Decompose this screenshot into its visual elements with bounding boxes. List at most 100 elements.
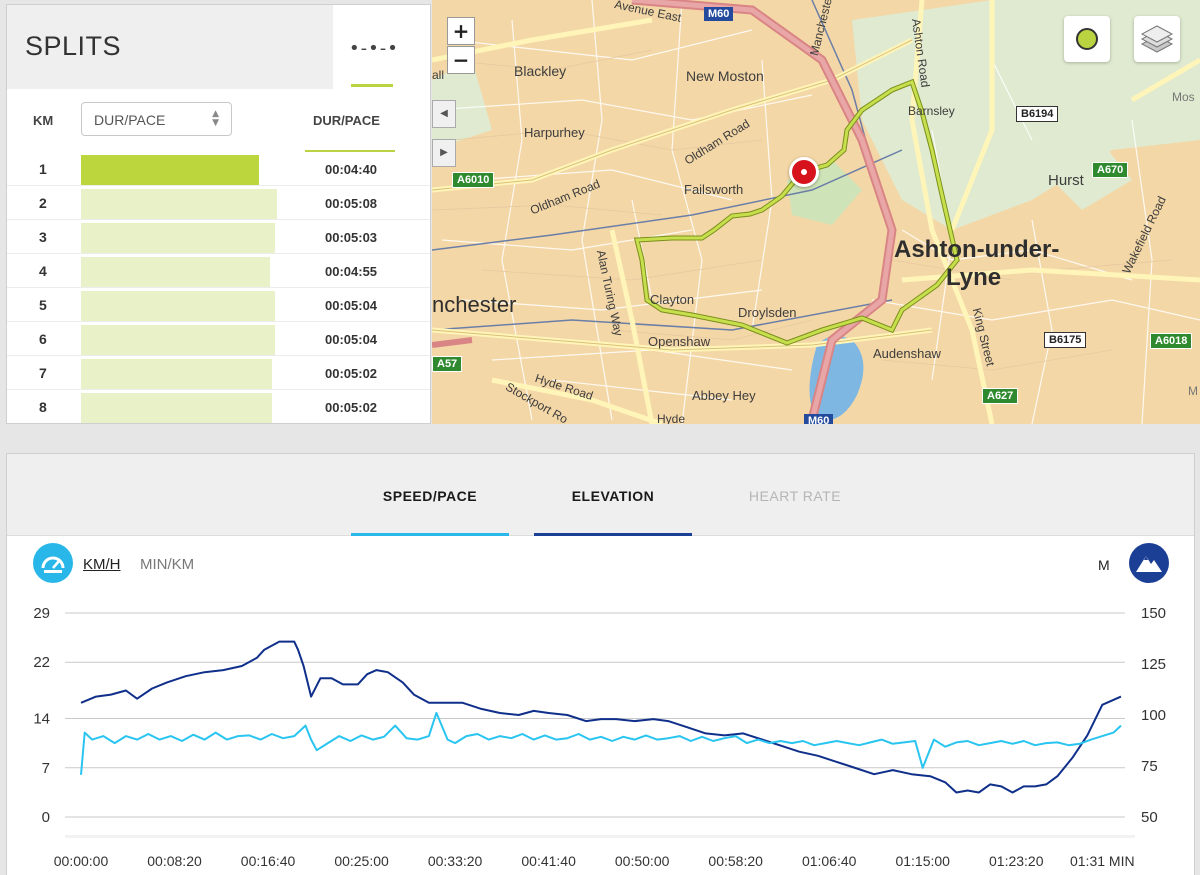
map-label-failsworth: Failsworth bbox=[684, 182, 744, 197]
split-row[interactable]: 7 00:05:02 bbox=[7, 356, 430, 390]
tab-underline bbox=[351, 84, 393, 87]
y-tick-right: 150 bbox=[1141, 605, 1166, 622]
split-row[interactable]: 3 00:05:03 bbox=[7, 220, 430, 254]
split-row[interactable]: 1 00:04:40 bbox=[7, 152, 430, 186]
split-km: 2 bbox=[39, 195, 47, 211]
split-pace-bar bbox=[81, 291, 275, 321]
route-map[interactable]: Blackley New Moston Harpurhey Failsworth… bbox=[432, 0, 1200, 424]
y-tick-right: 75 bbox=[1141, 758, 1158, 775]
x-tick: 00:33:20 bbox=[428, 853, 483, 869]
road-shield-a627: A627 bbox=[982, 388, 1019, 404]
split-time: 00:05:03 bbox=[325, 230, 378, 245]
map-label-new-moston: New Moston bbox=[686, 68, 764, 84]
speed-line bbox=[80, 711, 1122, 775]
map-label-manchester: nchester bbox=[432, 292, 517, 317]
split-row[interactable]: 2 00:05:08 bbox=[7, 186, 430, 220]
speed-elevation-chart[interactable]: 29 22 14 7 0 150 125 100 75 50 00:00:00 00:08:20 00:… bbox=[7, 454, 1195, 875]
map-label-abbey-hey: Abbey Hey bbox=[692, 388, 756, 403]
map-label-hyde: Hyde bbox=[657, 412, 686, 424]
start-marker-dot-icon bbox=[792, 160, 816, 184]
road-shield-m60-top: M60 bbox=[704, 7, 734, 21]
split-markers-icon: •-•-• bbox=[349, 38, 399, 59]
splits-view-tab[interactable]: •-•-• bbox=[333, 5, 430, 89]
split-row[interactable]: 6 00:05:04 bbox=[7, 322, 430, 356]
y-tick-right: 50 bbox=[1141, 809, 1158, 826]
column-header-km: KM bbox=[33, 113, 54, 128]
split-pace-bar bbox=[81, 223, 275, 253]
split-time: 00:04:40 bbox=[325, 162, 378, 177]
split-km: 6 bbox=[39, 331, 47, 347]
splits-header: SPLITS •-•-• bbox=[7, 5, 430, 89]
x-tick: 01:31 MIN bbox=[1070, 853, 1135, 869]
road-shield-m60-bottom: M60 bbox=[804, 414, 834, 424]
layers-icon bbox=[1140, 25, 1174, 53]
road-shield-a670: A670 bbox=[1092, 162, 1129, 178]
splits-title: SPLITS bbox=[25, 31, 122, 61]
zoom-out-button[interactable]: − bbox=[447, 46, 475, 74]
map-label-audenshaw: Audenshaw bbox=[873, 346, 941, 361]
x-tick: 01:23:20 bbox=[989, 853, 1044, 869]
metric-select-value: DUR/PACE bbox=[94, 112, 166, 128]
x-tick: 00:25:00 bbox=[334, 853, 389, 869]
x-tick: 01:06:40 bbox=[802, 853, 857, 869]
x-tick: 00:16:40 bbox=[241, 853, 296, 869]
y-tick-left: 0 bbox=[42, 809, 50, 826]
start-marker[interactable] bbox=[789, 157, 819, 187]
split-pace-bar bbox=[81, 325, 275, 355]
x-tick: 00:08:20 bbox=[147, 853, 202, 869]
metric-select[interactable]: DUR/PACE ▲ ▼ bbox=[81, 102, 232, 136]
splits-panel: SPLITS •-•-• KM DUR/PACE ▲ ▼ DUR/PACE 1 00… bbox=[6, 4, 431, 424]
pan-right-button[interactable]: ▶ bbox=[432, 139, 456, 167]
split-time: 00:05:02 bbox=[325, 366, 378, 381]
split-pace-bar bbox=[81, 257, 270, 287]
x-tick: 00:00:00 bbox=[54, 853, 109, 869]
split-km: 3 bbox=[39, 229, 47, 245]
column-header-durpace: DUR/PACE bbox=[313, 113, 380, 128]
road-shield-a6010: A6010 bbox=[452, 172, 495, 188]
y-tick-right: 125 bbox=[1141, 656, 1166, 673]
map-label-droylsden: Droylsden bbox=[738, 305, 797, 320]
split-time: 00:05:04 bbox=[325, 298, 378, 313]
split-time: 00:05:02 bbox=[325, 400, 378, 415]
map-label-harpurhey: Harpurhey bbox=[524, 125, 585, 140]
road-shield-b6194: B6194 bbox=[1016, 106, 1059, 122]
road-shield-a6018: A6018 bbox=[1150, 333, 1193, 349]
x-axis-baseline bbox=[65, 835, 1135, 838]
y-tick-right: 100 bbox=[1141, 707, 1166, 724]
split-km: 7 bbox=[39, 365, 47, 381]
layers-button[interactable] bbox=[1134, 16, 1180, 62]
zoom-in-button[interactable]: + bbox=[447, 17, 475, 45]
split-pace-bar bbox=[81, 393, 272, 423]
split-row[interactable]: 4 00:04:55 bbox=[7, 254, 430, 288]
x-tick: 00:58:20 bbox=[708, 853, 763, 869]
split-pace-bar bbox=[81, 155, 259, 185]
x-tick: 00:50:00 bbox=[615, 853, 670, 869]
map-label-clayton: Clayton bbox=[650, 292, 695, 307]
y-tick-left: 22 bbox=[33, 654, 50, 671]
pan-left-button[interactable]: ◀ bbox=[432, 100, 456, 128]
split-time: 00:05:04 bbox=[325, 332, 378, 347]
split-row[interactable]: 5 00:05:04 bbox=[7, 288, 430, 322]
road-shield-b6175: B6175 bbox=[1044, 332, 1087, 348]
x-tick: 01:15:00 bbox=[895, 853, 950, 869]
split-pace-bar bbox=[81, 359, 272, 389]
y-tick-left: 29 bbox=[33, 605, 50, 622]
split-time: 00:04:55 bbox=[325, 264, 378, 279]
route-toggle-button[interactable] bbox=[1064, 16, 1110, 62]
x-tick: 00:41:40 bbox=[521, 853, 576, 869]
map-label-m: M bbox=[1188, 384, 1198, 398]
map-label-openshaw: Openshaw bbox=[648, 334, 711, 349]
sort-arrows-icon: ▲ ▼ bbox=[212, 109, 219, 128]
split-row[interactable]: 8 00:05:02 bbox=[7, 390, 430, 423]
chart-panel: SPEED/PACE ELEVATION HEART RATE KM/H MIN… bbox=[6, 453, 1195, 875]
map-label-hurst: Hurst bbox=[1048, 172, 1084, 189]
split-km: 8 bbox=[39, 399, 47, 415]
map-label-barnsley: Barnsley bbox=[908, 104, 955, 118]
split-km: 5 bbox=[39, 297, 47, 313]
map-label-all: all bbox=[432, 68, 445, 82]
y-tick-left: 14 bbox=[33, 711, 50, 728]
split-km: 1 bbox=[39, 161, 47, 177]
map-label-ashton: Ashton-under- bbox=[894, 236, 1060, 263]
elevation-line bbox=[80, 640, 1122, 794]
split-km: 4 bbox=[39, 263, 47, 279]
